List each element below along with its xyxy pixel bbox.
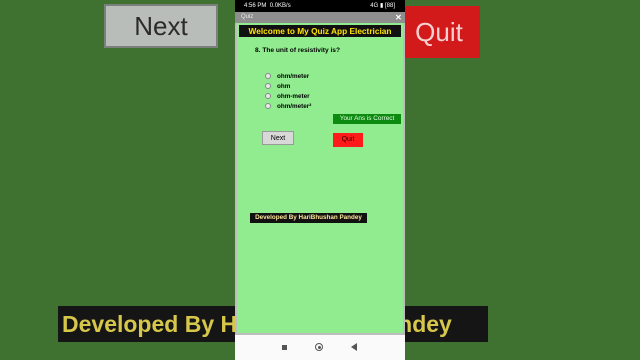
next-button[interactable]: Next — [262, 131, 294, 145]
status-time: 4:56 PM 0.0KB/s — [244, 3, 291, 9]
network-type: 4G — [370, 3, 379, 9]
recents-icon[interactable] — [282, 345, 287, 350]
window-frame: Welcome to My Quiz App Electrician 8. Th… — [235, 23, 405, 335]
answer-options: ohm/meter ohm ohm-meter ohm/meter² — [265, 71, 311, 111]
question-text: 8. The unit of resistivity is? — [255, 47, 341, 54]
navigation-bar — [235, 335, 405, 360]
window-title: Quiz — [241, 14, 254, 20]
developer-credit: Developed By HariBhushan Pandey — [250, 213, 367, 223]
home-icon[interactable] — [315, 343, 323, 351]
option-label: ohm/meter² — [277, 102, 312, 110]
radio-button[interactable] — [265, 103, 271, 109]
status-icons: 4G ▮ [88] — [370, 0, 395, 12]
option-2[interactable]: ohm — [265, 81, 311, 91]
option-label: ohm/meter — [277, 72, 310, 80]
back-icon[interactable] — [351, 343, 357, 351]
option-1[interactable]: ohm/meter — [265, 71, 311, 81]
option-4[interactable]: ohm/meter² — [265, 101, 311, 111]
option-label: ohm-meter — [277, 92, 310, 100]
background-next-button: Next — [104, 4, 218, 48]
signal-icon: ▮ — [379, 3, 384, 9]
option-label: ohm — [277, 82, 291, 90]
radio-button[interactable] — [265, 83, 271, 89]
app-header: Welcome to My Quiz App Electrician — [239, 25, 401, 37]
radio-button[interactable] — [265, 93, 271, 99]
option-3[interactable]: ohm-meter — [265, 91, 311, 101]
quiz-panel: Welcome to My Quiz App Electrician 8. Th… — [237, 23, 403, 333]
radio-button[interactable] — [265, 73, 271, 79]
background-quit-button: Quit — [398, 6, 480, 58]
result-message: Your Ans is Correct — [333, 114, 401, 124]
battery-icon: [88] — [384, 3, 395, 9]
window-titlebar: Quiz ✕ — [235, 12, 405, 23]
close-icon[interactable]: ✕ — [394, 13, 403, 22]
quit-button[interactable]: Quit — [333, 133, 363, 147]
phone-screen: 4:56 PM 0.0KB/s 4G ▮ [88] Quiz ✕ Welcome… — [235, 0, 405, 360]
network-speed: 0.0KB/s — [269, 3, 291, 9]
status-bar: 4:56 PM 0.0KB/s 4G ▮ [88] — [235, 0, 405, 12]
